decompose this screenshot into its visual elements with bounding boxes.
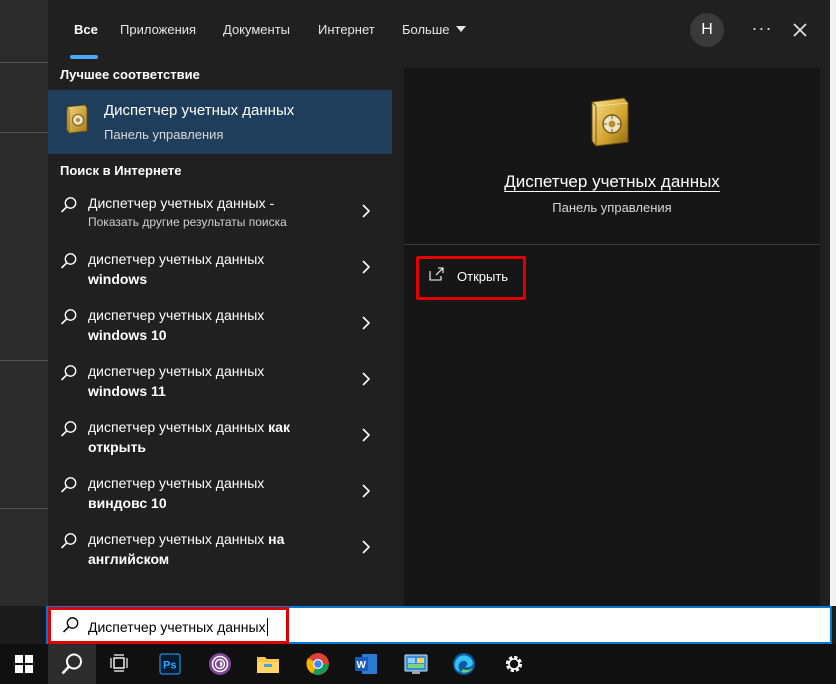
- chevron-down-icon: [455, 26, 466, 32]
- web-result-suggestion: windows 11: [88, 383, 166, 399]
- credential-manager-safe-icon: [66, 104, 88, 134]
- search-icon: [61, 653, 82, 675]
- web-result-query: диспетчер учетных данных: [88, 251, 265, 267]
- web-result-item[interactable]: диспетчер учетных данных виндовс 10: [48, 473, 392, 532]
- web-result-suggestion: windows: [88, 271, 148, 287]
- taskbar-app-control-panel[interactable]: [392, 644, 440, 684]
- control-panel-icon: [404, 654, 428, 674]
- search-highlight-box: [48, 607, 289, 644]
- active-tab-indicator: [70, 55, 98, 59]
- search-icon: [60, 533, 77, 549]
- tab-internet[interactable]: Интернет: [318, 22, 375, 37]
- avatar[interactable]: Н: [690, 13, 724, 47]
- chevron-right-icon: [362, 204, 371, 218]
- web-result-item[interactable]: диспетчер учетных данных как открыть: [48, 417, 392, 476]
- tab-documents[interactable]: Документы: [223, 22, 290, 37]
- word-label: W: [357, 660, 367, 671]
- taskbar-app-chrome[interactable]: [294, 644, 342, 684]
- tab-more-label: Больше: [402, 22, 450, 37]
- task-view-button[interactable]: [96, 644, 144, 684]
- settings-icon: [505, 655, 523, 673]
- open-external-icon: [429, 267, 444, 281]
- open-button-label: Открыть: [457, 269, 509, 284]
- chevron-right-icon: [362, 372, 371, 386]
- preview-title[interactable]: Диспетчер учетных данных: [404, 172, 820, 192]
- file-explorer-icon: [257, 657, 279, 673]
- word-icon: W: [355, 654, 377, 674]
- chevron-right-icon: [362, 540, 371, 554]
- search-icon: [60, 421, 77, 437]
- web-result-query: диспетчер учетных данных: [88, 363, 265, 379]
- search-flyout: Все Приложения Документы Интернет Больше…: [48, 0, 830, 606]
- photoshop-icon: Ps: [159, 653, 181, 675]
- web-result-query: диспетчер учетных данных: [88, 307, 265, 323]
- tor-browser-icon: [209, 653, 231, 675]
- web-search-heading: Поиск в Интернете: [60, 163, 182, 178]
- best-match-subtitle: Панель управления: [104, 127, 224, 142]
- best-match-title: Диспетчер учетных данных: [104, 102, 295, 119]
- web-result-text: диспетчер учетных данных виндовс 10: [88, 473, 348, 513]
- search-tabs-bar: Все Приложения Документы Интернет Больше…: [48, 0, 830, 62]
- web-result-item[interactable]: Диспетчер учетных данных - Показать друг…: [48, 193, 392, 252]
- credential-manager-safe-icon: [591, 97, 629, 147]
- close-button[interactable]: [786, 16, 814, 44]
- tab-more[interactable]: Больше: [402, 22, 466, 37]
- task-view-icon: [110, 654, 128, 672]
- windows-start-icon: [15, 655, 33, 673]
- chevron-right-icon: [362, 260, 371, 274]
- search-icon: [60, 197, 77, 213]
- start-button[interactable]: [0, 644, 48, 684]
- close-icon: [793, 23, 807, 37]
- taskbar-app-tor[interactable]: [196, 644, 244, 684]
- preview-divider: [404, 244, 820, 245]
- web-result-item[interactable]: диспетчер учетных данных windows 11: [48, 361, 392, 420]
- taskbar-app-word[interactable]: W: [342, 644, 390, 684]
- web-result-text: диспетчер учетных данных на английском: [88, 529, 348, 569]
- web-result-subtext: Показать другие результаты поиска: [88, 215, 287, 229]
- web-result-item[interactable]: диспетчер учетных данных на английском: [48, 529, 392, 588]
- taskbar-app-edge[interactable]: [440, 644, 488, 684]
- chevron-right-icon: [362, 484, 371, 498]
- taskbar-app-settings[interactable]: [490, 644, 538, 684]
- web-result-text: диспетчер учетных данных как открыть: [88, 417, 348, 457]
- best-match-heading: Лучшее соответствие: [60, 67, 200, 82]
- background-window-left: [0, 0, 48, 606]
- web-result-item[interactable]: диспетчер учетных данных windows: [48, 249, 392, 308]
- web-result-query: диспетчер учетных данных: [88, 419, 265, 435]
- web-result-suggestion: windows 10: [88, 327, 167, 343]
- taskbar-app-photoshop[interactable]: Ps: [146, 644, 194, 684]
- web-result-text: диспетчер учетных данных windows: [88, 249, 348, 289]
- preview-pane: Диспетчер учетных данных Панель управлен…: [404, 68, 820, 606]
- search-icon: [60, 309, 77, 325]
- photoshop-label: Ps: [163, 660, 176, 672]
- web-result-query: диспетчер учетных данных: [88, 475, 265, 491]
- taskbar: Ps W: [0, 644, 836, 684]
- results-list: Лучшее соответствие Диспетчер учетных да…: [48, 62, 392, 606]
- tab-apps[interactable]: Приложения: [120, 22, 196, 37]
- search-icon: [60, 477, 77, 493]
- taskbar-app-explorer[interactable]: [244, 644, 292, 684]
- web-result-text: диспетчер учетных данных windows 10: [88, 305, 348, 345]
- web-result-suggestion: виндовс 10: [88, 495, 167, 511]
- chevron-right-icon: [362, 316, 371, 330]
- best-match-result[interactable]: Диспетчер учетных данных Панель управлен…: [48, 90, 392, 154]
- preview-subtitle: Панель управления: [552, 200, 672, 215]
- background-window-right: [830, 0, 836, 606]
- chevron-right-icon: [362, 428, 371, 442]
- web-result-text: Диспетчер учетных данных -: [88, 193, 348, 213]
- web-result-query: диспетчер учетных данных: [88, 531, 265, 547]
- taskbar-search-button[interactable]: [48, 644, 96, 684]
- chrome-icon: [306, 653, 329, 675]
- web-result-item[interactable]: диспетчер учетных данных windows 10: [48, 305, 392, 364]
- edge-icon: [453, 653, 475, 675]
- web-result-query: Диспетчер учетных данных -: [88, 195, 275, 211]
- open-button[interactable]: Открыть: [416, 256, 526, 300]
- more-options-icon[interactable]: ···: [748, 16, 776, 44]
- search-icon: [60, 253, 77, 269]
- search-icon: [60, 365, 77, 381]
- tab-all[interactable]: Все: [74, 22, 98, 37]
- web-result-text: диспетчер учетных данных windows 11: [88, 361, 348, 401]
